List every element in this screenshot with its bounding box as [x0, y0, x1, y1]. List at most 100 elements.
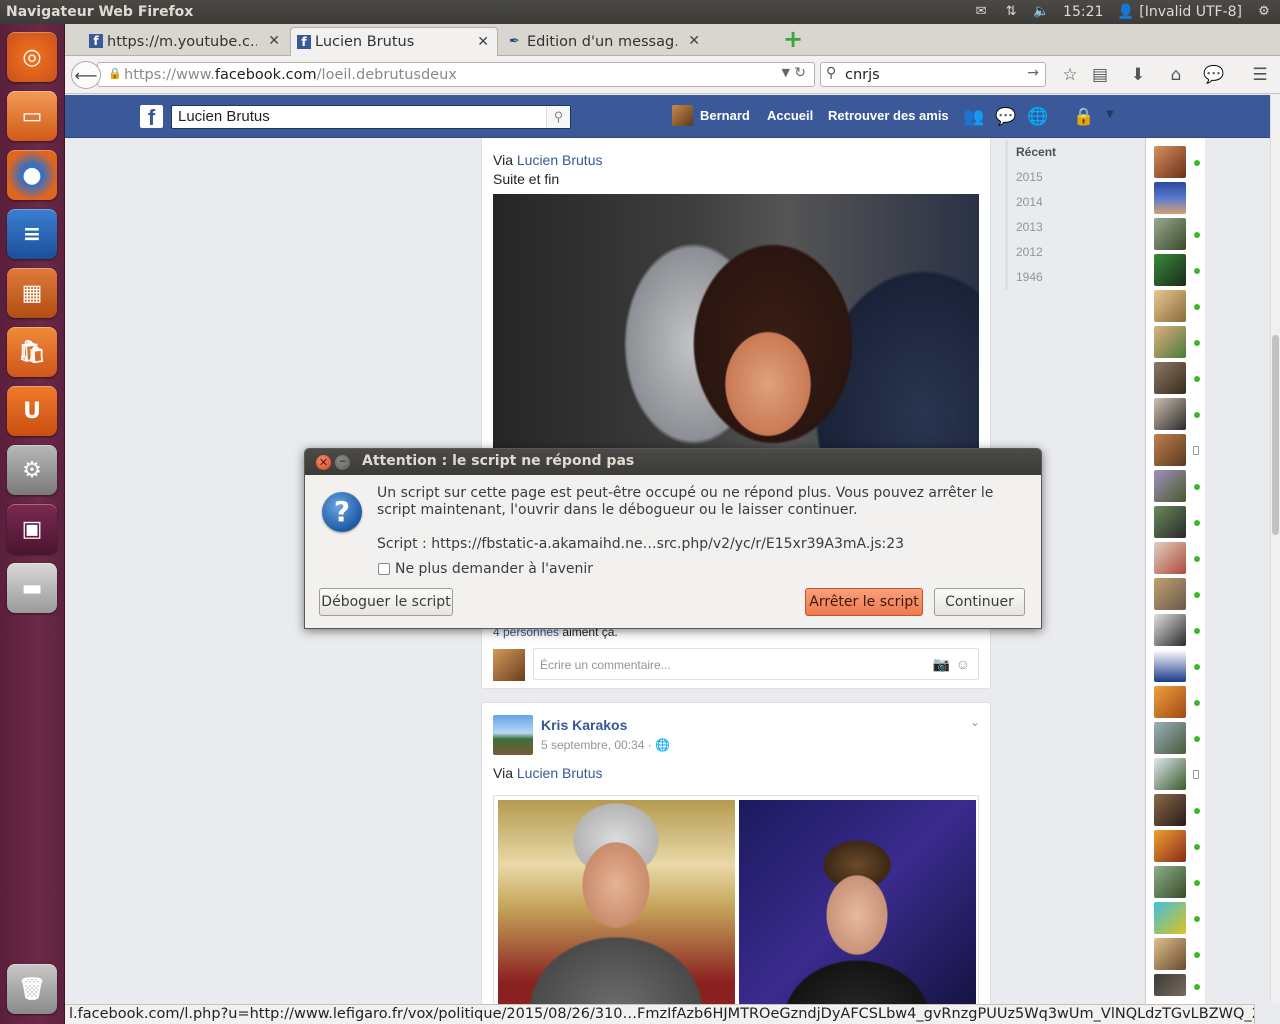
post-date[interactable]: 5 septembre, 00:34 · 🌐 [541, 738, 670, 752]
download-icon[interactable]: ⬇ [1127, 64, 1149, 86]
search-icon[interactable]: ⚲ [546, 106, 570, 128]
avatar[interactable] [1154, 866, 1186, 898]
nav-find-friends[interactable]: Retrouver des amis [828, 108, 949, 123]
writer-icon[interactable]: ≡ [7, 209, 57, 259]
menu-icon[interactable]: ☰ [1249, 64, 1271, 86]
home-icon[interactable]: ⌂ [1165, 64, 1187, 86]
dont-ask-checkbox[interactable]: Ne plus demander à l'avenir [378, 561, 593, 577]
debug-script-button[interactable]: Déboguer le script [319, 588, 453, 616]
post-photo[interactable] [493, 194, 979, 454]
tab-edition-message[interactable]: ✒ Edition d'un messag… ✕ [503, 27, 708, 56]
avatar[interactable] [1154, 182, 1186, 214]
privacy-icon[interactable]: 🔒 [1073, 107, 1095, 127]
facebook-logo-icon[interactable]: f [140, 105, 163, 128]
files-icon[interactable]: ▭ [7, 91, 57, 141]
avatar[interactable] [1154, 362, 1186, 394]
notifications-globe-icon[interactable]: 🌐 [1027, 107, 1049, 127]
avatar[interactable] [1154, 146, 1186, 178]
lock-icon[interactable]: 🔒 [108, 67, 122, 80]
post-author[interactable]: Kris Karakos [541, 717, 627, 733]
year-item[interactable]: 2013 [1008, 215, 1085, 240]
avatar[interactable] [1154, 326, 1186, 358]
gear-icon[interactable]: ⚙ [1256, 5, 1272, 19]
close-icon[interactable]: ✕ [268, 33, 280, 49]
year-item[interactable]: 1946 [1008, 265, 1085, 290]
avatar[interactable] [1154, 578, 1186, 610]
reading-list-icon[interactable]: ▤ [1089, 64, 1111, 86]
avatar[interactable] [1154, 974, 1186, 996]
user-menu[interactable]: 👤 [Invalid UTF-8] [1117, 4, 1242, 20]
avatar[interactable] [1154, 254, 1186, 286]
chevron-down-icon[interactable]: ▼ [782, 66, 790, 79]
avatar[interactable] [1154, 722, 1186, 754]
chevron-down-icon[interactable]: ⌄ [970, 715, 980, 729]
tab-lucien-brutus[interactable]: f Lucien Brutus ✕ [290, 27, 498, 56]
facebook-search-input[interactable]: Lucien Brutus ⚲ [171, 105, 571, 129]
mail-icon[interactable]: ✉ [973, 5, 989, 19]
avatar[interactable] [1154, 794, 1186, 826]
avatar[interactable] [1154, 218, 1186, 250]
via-link[interactable]: Lucien Brutus [517, 152, 603, 168]
chevron-down-icon[interactable]: ▼ [1099, 109, 1121, 129]
trash-icon[interactable]: 🗑 [7, 964, 57, 1014]
avatar[interactable] [493, 649, 525, 681]
go-arrow-icon[interactable]: → [1027, 65, 1039, 81]
year-item[interactable]: Récent [1008, 140, 1085, 165]
firefox-icon[interactable]: ● [7, 150, 57, 200]
avatar[interactable] [672, 105, 693, 126]
friend-requests-icon[interactable]: 👥 [963, 107, 985, 127]
avatar[interactable] [493, 715, 533, 755]
continue-button[interactable]: Continuer [934, 588, 1025, 616]
impress-icon[interactable]: ▦ [7, 268, 57, 318]
ubuntu-one-icon[interactable]: U [7, 386, 57, 436]
stop-script-button[interactable]: Arrêter le script [805, 588, 923, 616]
photo-right[interactable] [739, 800, 976, 1004]
ubuntu-dash-icon[interactable]: ◎ [7, 32, 57, 82]
year-item[interactable]: 2012 [1008, 240, 1085, 265]
avatar[interactable] [1154, 290, 1186, 322]
year-item[interactable]: 2014 [1008, 190, 1085, 215]
dialog-titlebar[interactable]: ✕ − Attention : le script ne répond pas [305, 449, 1041, 475]
avatar[interactable] [1154, 650, 1186, 682]
avatar[interactable] [1154, 506, 1186, 538]
close-icon[interactable]: ✕ [477, 34, 489, 50]
minimize-icon[interactable]: − [335, 455, 350, 470]
comment-input[interactable]: Écrire un commentaire... 📷 ☺ [533, 648, 979, 680]
avatar[interactable] [1154, 542, 1186, 574]
tab-youtube[interactable]: f https://m.youtube.c… ✕ [83, 27, 288, 56]
messages-icon[interactable]: 💬 [995, 107, 1017, 127]
year-item[interactable]: 2015 [1008, 165, 1085, 190]
software-center-icon[interactable]: 🛍 [7, 327, 57, 377]
url-bar[interactable]: 🔒 https://www. facebook.com/loeil.debrutu… [97, 62, 815, 87]
avatar[interactable] [1154, 470, 1186, 502]
avatar[interactable] [1154, 434, 1186, 466]
page-scrollbar[interactable] [1270, 95, 1280, 1004]
bookmark-star-icon[interactable]: ☆ [1059, 64, 1081, 86]
drive-icon[interactable]: ▬ [7, 563, 57, 613]
avatar[interactable] [1154, 938, 1186, 970]
avatar[interactable] [1154, 686, 1186, 718]
avatar[interactable] [1154, 830, 1186, 862]
avatar[interactable] [1154, 398, 1186, 430]
new-tab-icon[interactable]: + [783, 27, 803, 51]
nav-home[interactable]: Accueil [767, 108, 813, 123]
scroll-thumb[interactable] [1272, 335, 1279, 535]
back-button[interactable]: ⟵ [71, 61, 101, 89]
search-bar[interactable]: ⚲ cnrjs → [820, 62, 1046, 87]
camera-icon[interactable]: 📷 [933, 656, 950, 673]
volume-icon[interactable]: 🔈 [1033, 5, 1049, 19]
reload-icon[interactable]: ↻ [794, 65, 806, 81]
settings-icon[interactable]: ⚙ [7, 445, 57, 495]
emoji-icon[interactable]: ☺ [956, 656, 970, 672]
photo-left[interactable] [498, 800, 735, 1004]
close-icon[interactable]: ✕ [316, 455, 331, 470]
network-icon[interactable]: ⇅ [1003, 5, 1019, 19]
avatar[interactable] [1154, 758, 1186, 790]
close-icon[interactable]: ✕ [688, 33, 700, 49]
avatar[interactable] [1154, 902, 1186, 934]
checkbox[interactable] [378, 563, 390, 575]
avatar[interactable] [1154, 614, 1186, 646]
post-photo[interactable] [493, 795, 979, 1004]
clock[interactable]: 15:21 [1063, 4, 1103, 20]
via-link[interactable]: Lucien Brutus [517, 765, 603, 781]
